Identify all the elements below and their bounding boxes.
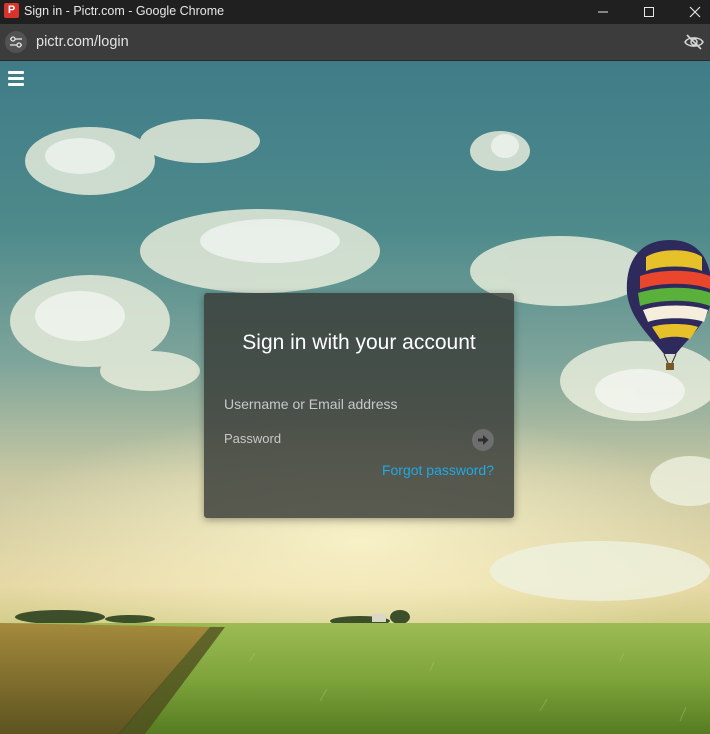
eye-off-icon[interactable] (684, 34, 704, 50)
forgot-password-link[interactable]: Forgot password? (382, 462, 494, 478)
close-button[interactable] (672, 0, 710, 24)
tune-icon (10, 36, 22, 48)
maximize-icon (644, 7, 654, 17)
login-card: Sign in with your account Forgot passwor… (204, 293, 514, 518)
pictr-favicon-icon: P (4, 3, 19, 18)
page-content: Sign in with your account Forgot passwor… (0, 61, 710, 734)
minimize-button[interactable] (580, 0, 626, 24)
username-input[interactable] (224, 393, 494, 415)
hamburger-menu-icon[interactable] (8, 71, 24, 87)
window-titlebar: P Sign in - Pictr.com - Google Chrome (0, 0, 710, 24)
minimize-icon (598, 11, 608, 13)
arrow-right-icon (478, 435, 489, 445)
site-info-button[interactable] (5, 31, 27, 53)
close-icon (689, 6, 701, 18)
window-title: Sign in - Pictr.com - Google Chrome (24, 4, 225, 18)
password-input[interactable] (224, 427, 464, 449)
address-bar: pictr.com/login (0, 24, 710, 61)
login-heading: Sign in with your account (242, 331, 476, 354)
url-text[interactable]: pictr.com/login (36, 34, 129, 50)
maximize-button[interactable] (626, 0, 672, 24)
submit-button[interactable] (472, 429, 494, 451)
